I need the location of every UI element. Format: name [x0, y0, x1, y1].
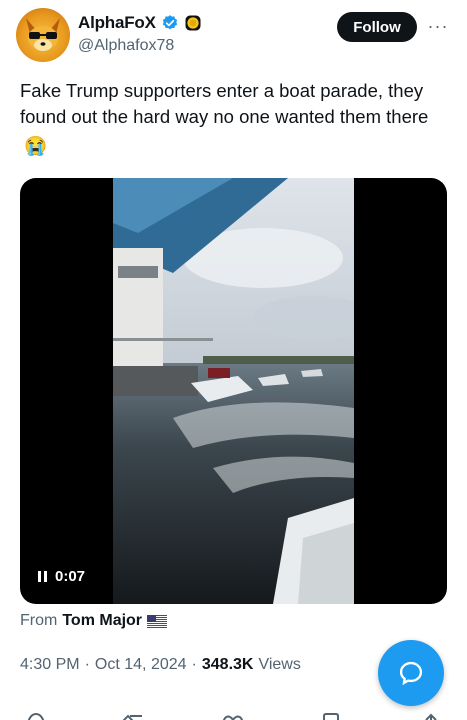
bookmark-icon[interactable]: [320, 712, 342, 720]
media-attribution: From Tom Major: [20, 612, 168, 630]
like-icon[interactable]: [220, 712, 246, 720]
video-frame[interactable]: [113, 178, 354, 604]
video-still-image: [113, 178, 354, 604]
repost-icon[interactable]: [120, 712, 148, 720]
author-handle[interactable]: @Alphafox78: [78, 37, 174, 55]
views-count: 348.3K: [201, 656, 254, 673]
share-icon[interactable]: [420, 712, 442, 720]
views-label: Views: [258, 656, 301, 673]
tweet-body: Fake Trump supporters enter a boat parad…: [20, 80, 429, 127]
more-options-icon[interactable]: ···: [425, 14, 451, 38]
from-name[interactable]: Tom Major: [62, 612, 142, 630]
reply-icon[interactable]: [24, 712, 48, 720]
meta-separator: ·: [84, 656, 90, 673]
pause-icon[interactable]: [38, 571, 47, 582]
compose-reply-icon: [399, 661, 423, 686]
from-label: From: [20, 612, 58, 629]
author-display-name[interactable]: AlphaFoX: [78, 13, 156, 33]
fox-logo-icon: [26, 18, 60, 51]
loudly-crying-emoji-icon: 😭: [24, 135, 48, 156]
gold-coin-badge-icon: [185, 15, 201, 31]
video-time: 0:07: [55, 568, 86, 585]
video-timestamp[interactable]: 0:07: [38, 568, 85, 585]
tweet-time[interactable]: 4:30 PM: [20, 656, 80, 674]
avatar[interactable]: [16, 8, 70, 62]
action-bar: [0, 706, 467, 720]
tweet-date[interactable]: Oct 14, 2024: [95, 656, 187, 674]
compose-reply-button[interactable]: [378, 640, 444, 706]
video-player[interactable]: 0:07: [20, 178, 447, 604]
follow-button[interactable]: Follow: [337, 12, 417, 42]
meta-separator: ·: [191, 656, 197, 673]
tweet-meta: 4:30 PM · Oct 14, 2024 · 348.3K Views: [20, 656, 301, 674]
us-flag-icon: [147, 614, 168, 628]
verified-badge-icon: [162, 15, 177, 30]
tweet-text: Fake Trump supporters enter a boat parad…: [20, 78, 450, 159]
